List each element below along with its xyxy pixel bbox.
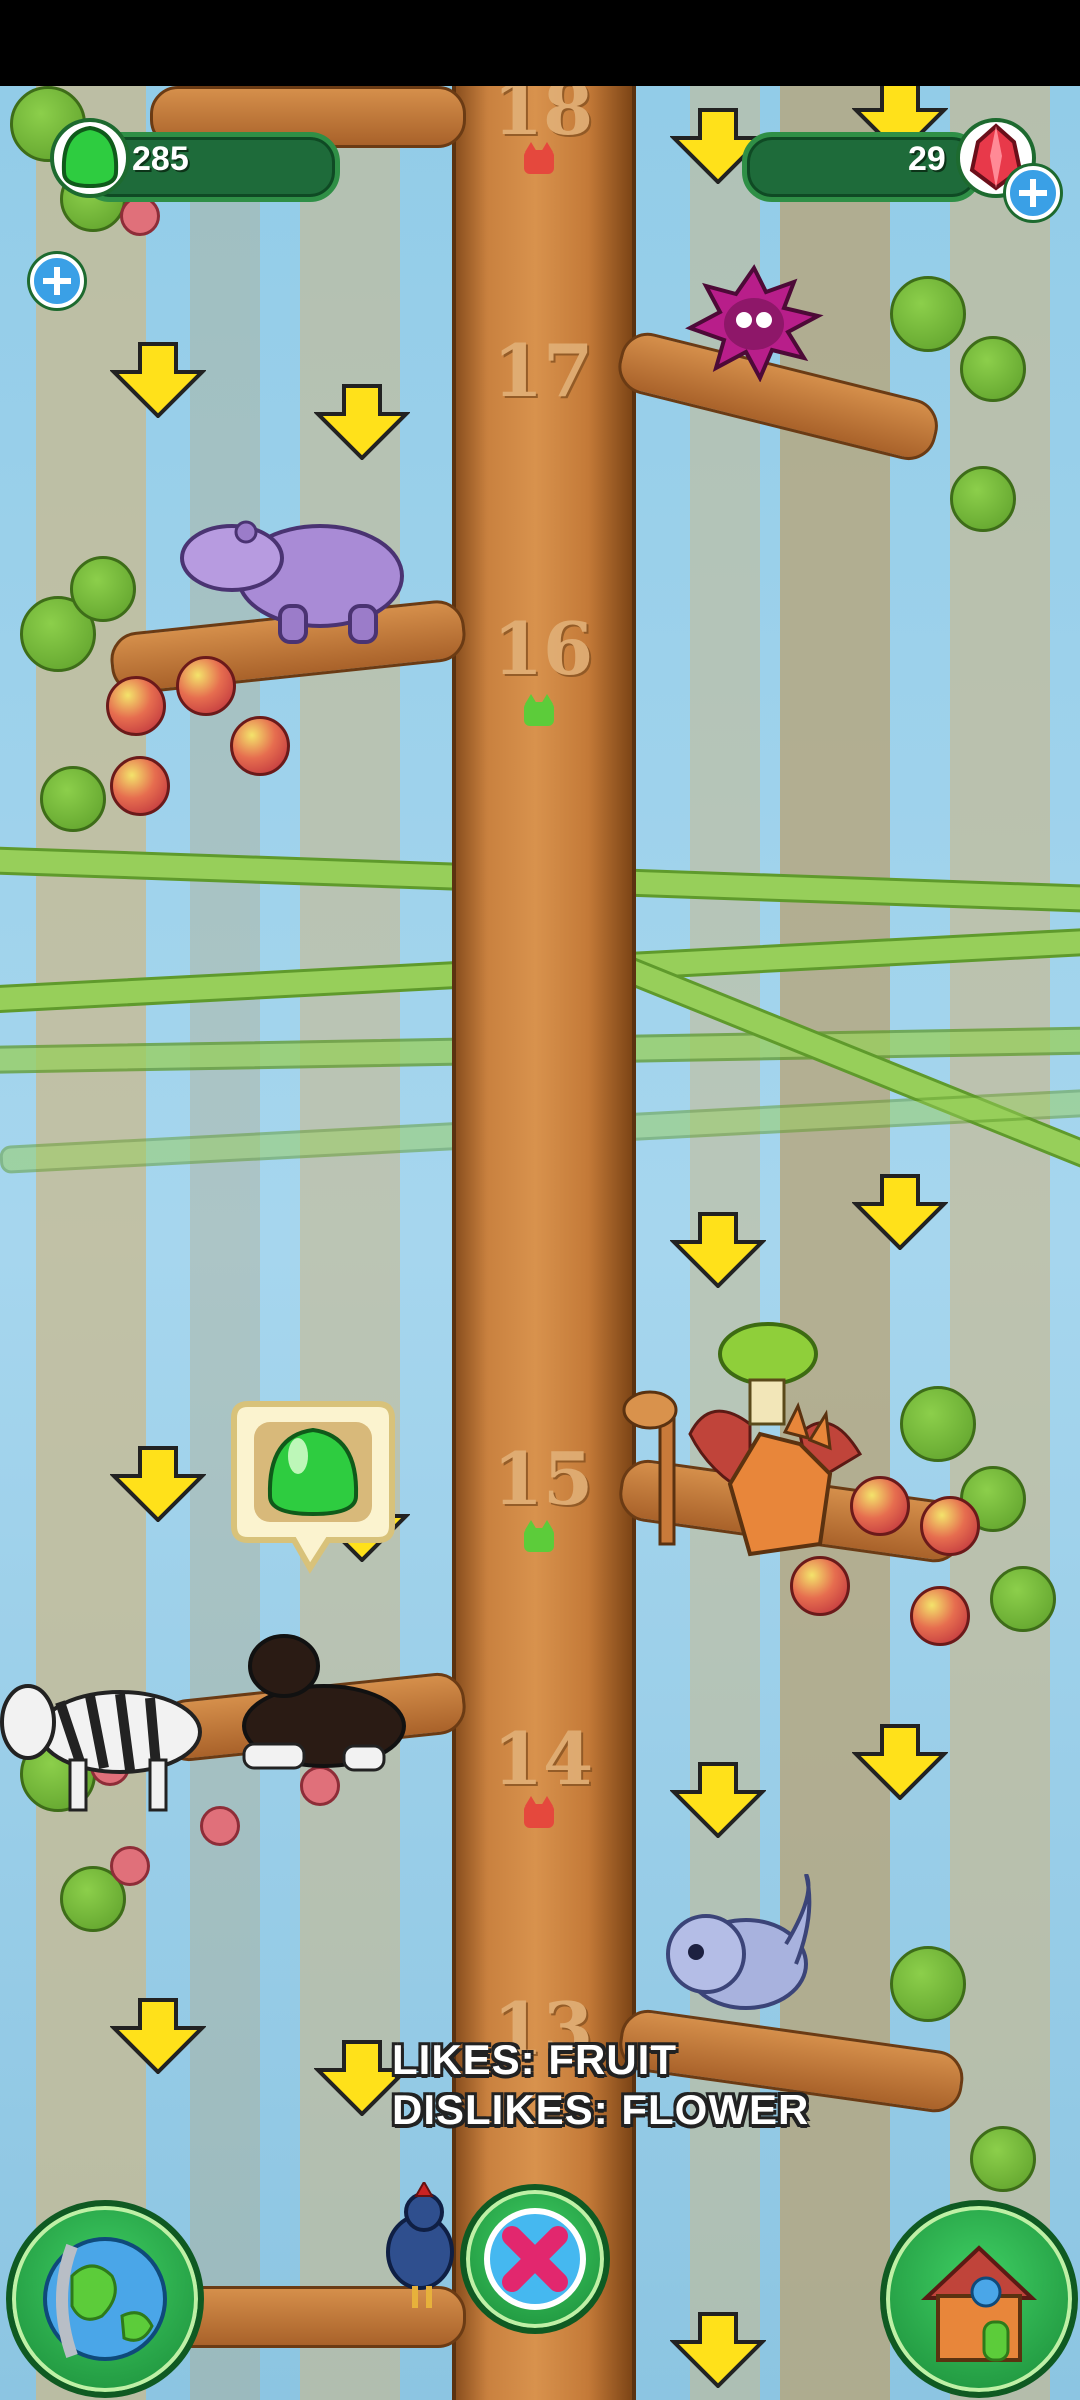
floor-number: 14 xyxy=(492,1716,594,1801)
animal-group-deer-fox-parrot[interactable] xyxy=(600,1314,880,1614)
red-gem-count: 29 xyxy=(908,140,946,178)
leaf-cluster xyxy=(900,1386,976,1462)
red-flower xyxy=(120,196,160,236)
add-green-gems-button[interactable] xyxy=(30,254,84,308)
leaf-cluster xyxy=(890,1946,966,2022)
apple-fruit xyxy=(106,676,166,736)
down-arrow-icon[interactable] xyxy=(314,384,410,460)
green-gem-icon xyxy=(50,118,130,198)
apple-fruit xyxy=(176,656,236,716)
chinchilla-animal[interactable] xyxy=(656,1874,826,2024)
floor-number: 17 xyxy=(492,328,594,413)
down-arrow-icon[interactable] xyxy=(852,1174,948,1250)
down-arrow-icon[interactable] xyxy=(852,1724,948,1800)
game-scene[interactable]: 18 17 16 15 14 13 LIKES: FRUIT DISLIKES:… xyxy=(0,86,1080,2400)
down-arrow-icon[interactable] xyxy=(670,2312,766,2388)
pony-animal[interactable] xyxy=(214,1626,414,1796)
apple-fruit xyxy=(230,716,290,776)
down-arrow-icon[interactable] xyxy=(670,1212,766,1288)
leaf-cluster xyxy=(970,2126,1036,2192)
apple-fruit xyxy=(920,1496,980,1556)
leaf-cluster xyxy=(70,556,136,622)
red-cat-marker-icon xyxy=(524,142,554,174)
down-arrow-icon[interactable] xyxy=(110,1998,206,2074)
green-gem-count: 285 xyxy=(132,140,189,178)
leaf-cluster xyxy=(890,276,966,352)
apple-fruit xyxy=(910,1586,970,1646)
red-flower xyxy=(110,1846,150,1886)
leaf-cluster xyxy=(40,766,106,832)
down-arrow-icon[interactable] xyxy=(110,1446,206,1522)
apple-fruit xyxy=(110,756,170,816)
spiky-creature-animal[interactable] xyxy=(684,262,824,382)
close-x-icon xyxy=(484,2208,586,2310)
leaf-cluster xyxy=(990,1566,1056,1632)
green-gem-collectible[interactable] xyxy=(228,1396,398,1576)
hippo-animal[interactable] xyxy=(170,506,410,646)
home-button[interactable] xyxy=(880,2200,1078,2398)
green-cat-marker-icon xyxy=(524,694,554,726)
green-cat-marker-icon xyxy=(524,1520,554,1552)
zebra-animal[interactable] xyxy=(0,1642,220,1842)
cancel-button[interactable] xyxy=(460,2184,610,2334)
floor-number: 16 xyxy=(492,606,594,691)
red-gem-counter[interactable] xyxy=(742,132,982,202)
floor-number: 15 xyxy=(492,1436,594,1521)
rooster-animal[interactable] xyxy=(374,2182,464,2312)
status-bar xyxy=(0,0,1080,86)
add-red-gems-button[interactable] xyxy=(1006,166,1060,220)
down-arrow-icon[interactable] xyxy=(670,1762,766,1838)
down-arrow-icon[interactable] xyxy=(110,342,206,418)
animal-likes-label: LIKES: FRUIT xyxy=(392,2036,677,2083)
leaf-cluster xyxy=(950,466,1016,532)
bg-tree-trunk xyxy=(950,86,1050,2400)
animal-dislikes-label: DISLIKES: FLOWER xyxy=(392,2086,810,2133)
map-button[interactable] xyxy=(6,2200,204,2398)
house-icon xyxy=(920,2245,1038,2362)
red-cat-marker-icon xyxy=(524,1796,554,1828)
globe-icon xyxy=(43,2237,167,2361)
leaf-cluster xyxy=(960,336,1026,402)
